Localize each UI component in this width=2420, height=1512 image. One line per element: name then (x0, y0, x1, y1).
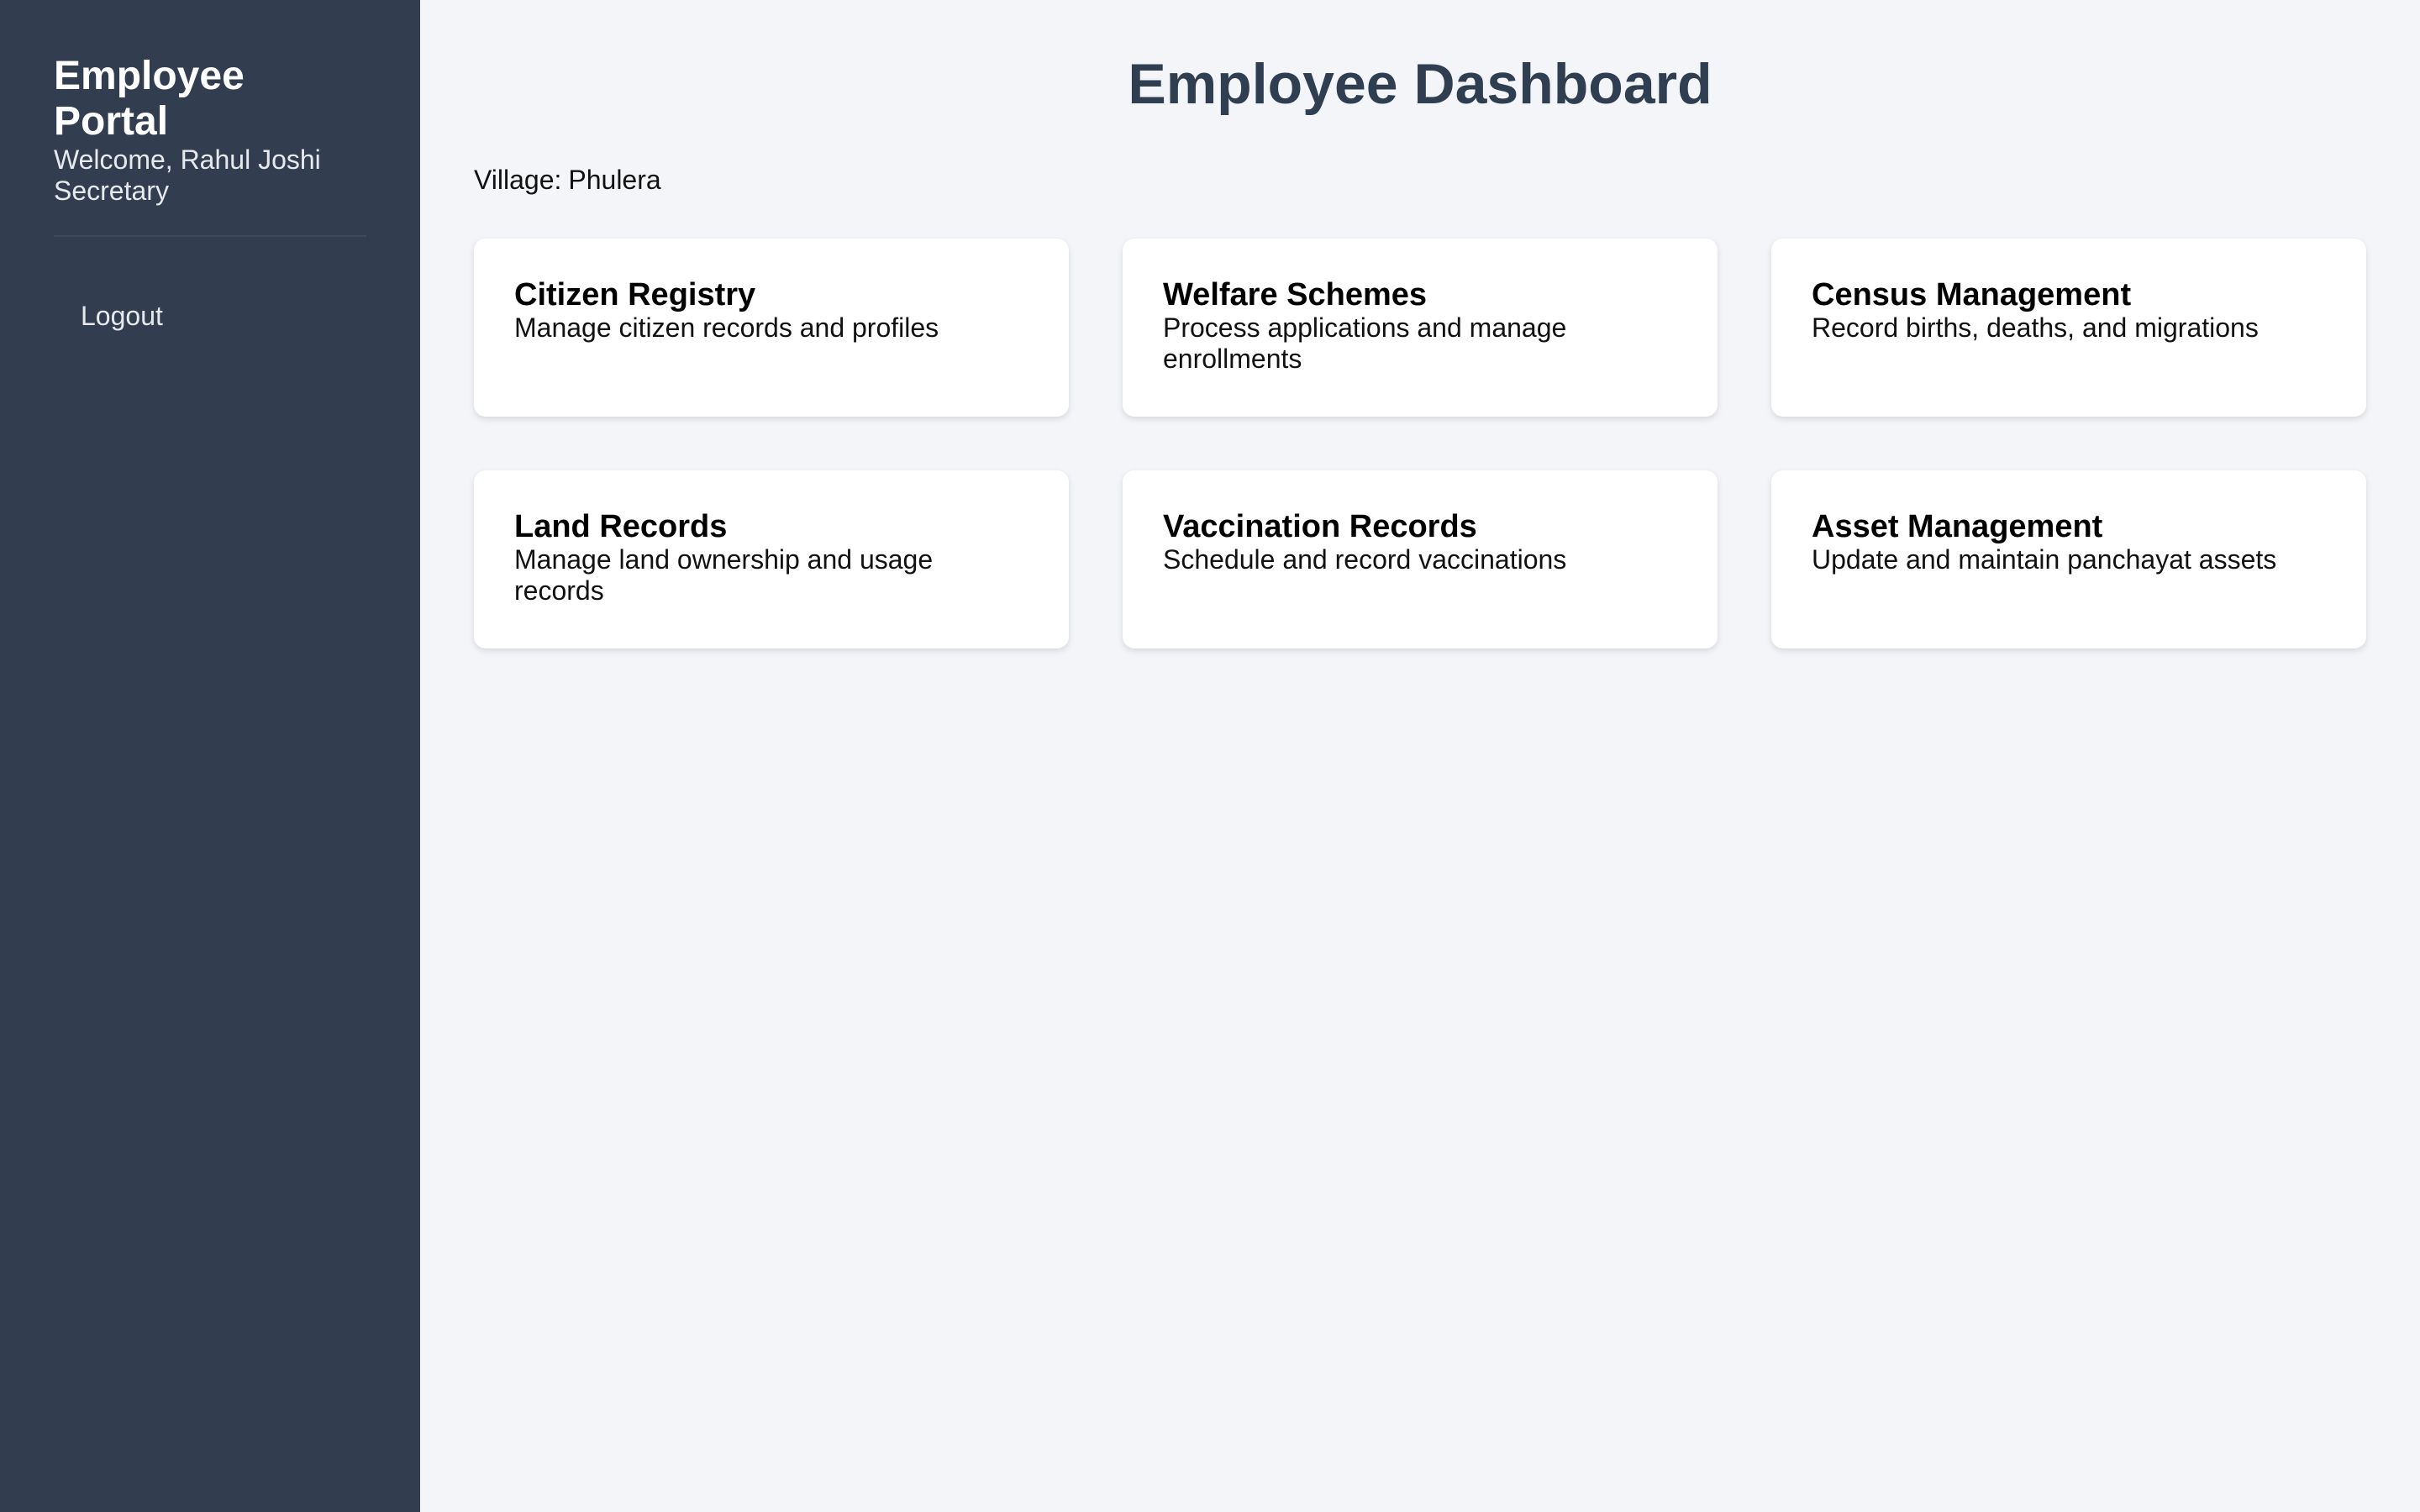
user-role: Secretary (54, 176, 169, 206)
card-description: Process applications and manage enrollme… (1163, 312, 1567, 374)
card-welfare-schemes[interactable]: Welfare Schemes Process applications and… (1123, 239, 1718, 417)
card-description: Manage land ownership and usage records (514, 544, 934, 606)
card-census-management[interactable]: Census Management Record births, deaths,… (1771, 239, 2366, 417)
welcome-text: Welcome, Rahul Joshi (54, 144, 321, 175)
logout-button[interactable]: Logout (54, 299, 190, 333)
card-title: Vaccination Records (1163, 509, 1477, 544)
card-description: Update and maintain panchayat assets (1812, 544, 2277, 575)
village-name: Phulera (568, 165, 661, 195)
card-title: Asset Management (1812, 509, 2103, 544)
sidebar-divider (54, 235, 366, 237)
portal-title: Employee Portal (54, 54, 245, 144)
card-title: Census Management (1812, 277, 2132, 312)
page-title: Employee Dashboard (1128, 52, 1712, 116)
card-vaccination-records[interactable]: Vaccination Records Schedule and record … (1123, 470, 1718, 648)
card-land-records[interactable]: Land Records Manage land ownership and u… (474, 470, 1069, 648)
sidebar: Employee Portal Welcome, Rahul Joshi Sec… (0, 0, 420, 1512)
card-description: Schedule and record vaccinations (1163, 544, 1567, 575)
app-root: Employee Portal Welcome, Rahul Joshi Sec… (0, 0, 2420, 1512)
dashboard-cards: Citizen Registry Manage citizen records … (474, 239, 2366, 648)
village-label: Village: (474, 165, 562, 195)
card-title: Land Records (514, 509, 728, 544)
card-description: Record births, deaths, and migrations (1812, 312, 2259, 343)
main-content: Employee Dashboard Village: Phulera Citiz… (420, 0, 2420, 1512)
card-title: Welfare Schemes (1163, 277, 1428, 312)
village-info: Village: Phulera (474, 163, 2366, 197)
card-description: Manage citizen records and profiles (514, 312, 939, 343)
card-title: Citizen Registry (514, 277, 756, 312)
card-asset-management[interactable]: Asset Management Update and maintain pan… (1771, 470, 2366, 648)
card-citizen-registry[interactable]: Citizen Registry Manage citizen records … (474, 239, 1069, 417)
